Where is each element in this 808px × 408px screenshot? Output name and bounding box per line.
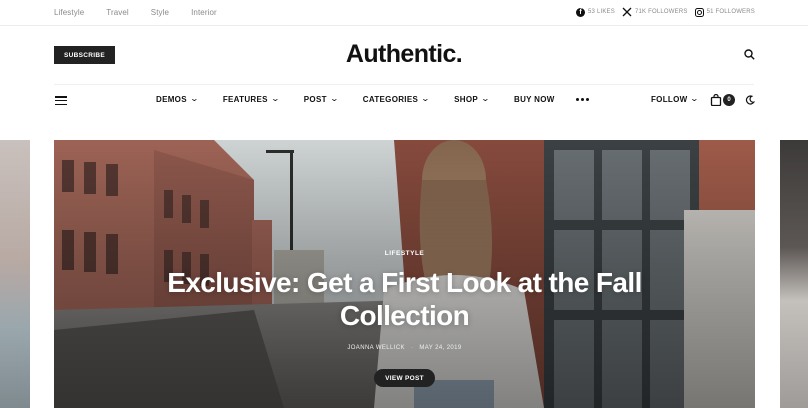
- x-icon: [622, 7, 632, 17]
- facebook-count: 53 LIKES: [588, 9, 615, 15]
- shopping-bag-icon[interactable]: [710, 94, 722, 106]
- chevron-down-icon: ⌄: [270, 93, 281, 103]
- social-counters: f 53 LIKES 71K FOLLOWERS 51 FOLLOWERS: [569, 7, 755, 17]
- menu-item-post[interactable]: POST ⌄: [303, 93, 340, 104]
- instagram-icon: [694, 7, 704, 17]
- chevron-down-icon: ⌄: [480, 93, 491, 103]
- menu-item-demos[interactable]: DEMOS ⌄: [156, 93, 200, 104]
- search-icon[interactable]: [744, 49, 755, 60]
- previous-slide-preview[interactable]: [0, 140, 30, 408]
- dark-mode-toggle-icon[interactable]: [745, 95, 755, 105]
- post-meta: JOANNA WELLICK · MAY 24, 2019: [54, 345, 755, 351]
- top-link-interior[interactable]: Interior: [191, 8, 217, 17]
- featured-post-hero[interactable]: LIFESTYLE Exclusive: Get a First Look at…: [54, 140, 755, 408]
- post-category[interactable]: LIFESTYLE: [54, 250, 755, 257]
- follow-dropdown[interactable]: FOLLOW ⌄: [651, 94, 700, 104]
- top-link-style[interactable]: Style: [151, 8, 169, 17]
- post-author[interactable]: JOANNA WELLICK: [347, 345, 405, 351]
- menu-label: POST: [303, 95, 327, 104]
- meta-separator: ·: [410, 345, 414, 351]
- top-link-lifestyle[interactable]: Lifestyle: [54, 8, 84, 17]
- chevron-down-icon: ⌄: [329, 93, 340, 103]
- site-logo[interactable]: Authentic.: [0, 40, 808, 69]
- top-link-travel[interactable]: Travel: [106, 8, 129, 17]
- more-menu-icon[interactable]: [575, 98, 589, 101]
- chevron-down-icon: ⌄: [420, 93, 431, 103]
- main-menu: DEMOS ⌄ FEATURES ⌄ POST ⌄ CATEGORIES ⌄ SHOP ⌄…: [156, 93, 589, 104]
- hamburger-menu-icon[interactable]: [55, 96, 67, 105]
- next-slide-preview[interactable]: [780, 140, 808, 408]
- post-date: MAY 24, 2019: [419, 345, 462, 351]
- menu-label: BUY NOW: [514, 95, 555, 104]
- top-bar: Lifestyle Travel Style Interior f 53 LIK…: [0, 0, 808, 26]
- view-post-button[interactable]: VIEW POST: [374, 369, 435, 387]
- menu-label: SHOP: [454, 95, 478, 104]
- menu-label: CATEGORIES: [362, 95, 419, 104]
- post-title[interactable]: Exclusive: Get a First Look at the Fall …: [164, 266, 645, 332]
- facebook-icon: f: [576, 7, 585, 17]
- menu-label: DEMOS: [156, 95, 187, 104]
- top-links: Lifestyle Travel Style Interior: [54, 8, 239, 17]
- social-instagram[interactable]: 51 FOLLOWERS: [694, 7, 755, 17]
- menu-item-features[interactable]: FEATURES ⌄: [222, 93, 281, 104]
- social-facebook[interactable]: f 53 LIKES: [576, 7, 615, 17]
- cart-count-badge: 0: [723, 94, 735, 106]
- hero-content: LIFESTYLE Exclusive: Get a First Look at…: [54, 140, 755, 408]
- x-count: 71K FOLLOWERS: [634, 9, 688, 15]
- menu-label: FEATURES: [222, 95, 268, 104]
- nav-divider: [54, 84, 754, 85]
- menu-item-shop[interactable]: SHOP ⌄: [454, 93, 491, 104]
- menu-item-buy-now[interactable]: BUY NOW: [514, 95, 555, 104]
- instagram-count: 51 FOLLOWERS: [706, 9, 755, 15]
- chevron-down-icon: ⌄: [690, 94, 700, 103]
- chevron-down-icon: ⌄: [189, 93, 200, 103]
- follow-label: FOLLOW: [651, 95, 688, 104]
- social-x[interactable]: 71K FOLLOWERS: [622, 7, 688, 17]
- menu-item-categories[interactable]: CATEGORIES ⌄: [362, 93, 431, 104]
